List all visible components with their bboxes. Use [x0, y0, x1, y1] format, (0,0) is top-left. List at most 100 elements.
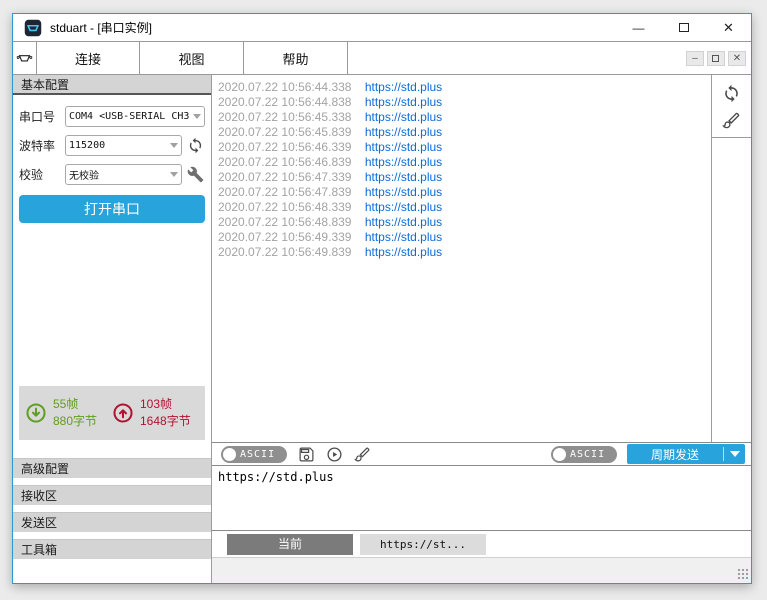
- mdi-close-button[interactable]: ✕: [728, 50, 746, 66]
- send-ascii-label: ASCII: [570, 448, 606, 460]
- app-icon: [24, 19, 42, 37]
- baud-rate-select[interactable]: 115200: [65, 135, 182, 156]
- log-view[interactable]: 2020.07.22 10:56:44.338 https://std.plus…: [212, 75, 711, 442]
- download-arrow-icon: [25, 402, 47, 424]
- tx-bytes: 1648字节: [140, 414, 191, 428]
- play-icon[interactable]: [326, 446, 343, 463]
- mdi-minimize-button[interactable]: –: [686, 50, 704, 66]
- basic-config-header[interactable]: 基本配置: [13, 75, 211, 95]
- com-port-select[interactable]: COM4 <USB-SERIAL CH3: [65, 106, 205, 127]
- middle-toolbar: ASCII ASCII 周期发送: [212, 442, 751, 466]
- log-line: 2020.07.22 10:56:48.839 https://std.plus: [218, 215, 711, 230]
- content-area: 基本配置 串口号 COM4 <USB-SERIAL CH3 波特率 115200: [13, 75, 751, 583]
- log-url[interactable]: https://std.plus: [365, 170, 442, 184]
- menu-bar: 连接 视图 帮助 – ✕: [13, 42, 751, 75]
- parity-value: 无校验: [69, 171, 99, 182]
- log-timestamp: 2020.07.22 10:56:46.839: [218, 155, 352, 169]
- log-url[interactable]: https://std.plus: [365, 155, 442, 169]
- close-button[interactable]: ✕: [706, 14, 751, 41]
- log-line: 2020.07.22 10:56:49.839 https://std.plus: [218, 245, 711, 260]
- send-input-area[interactable]: https://std.plus: [212, 466, 751, 531]
- advanced-settings-wrench-icon[interactable]: [185, 165, 205, 185]
- log-url[interactable]: https://std.plus: [365, 245, 442, 259]
- chevron-down-icon: [170, 143, 178, 148]
- clear-receive-brush-icon[interactable]: [354, 446, 371, 463]
- tab-current[interactable]: 当前: [227, 533, 353, 555]
- menu-help[interactable]: 帮助: [244, 42, 348, 74]
- periodic-send-dropdown[interactable]: [723, 447, 745, 461]
- log-line: 2020.07.22 10:56:44.838 https://std.plus: [218, 95, 711, 110]
- sidebar-section-advanced[interactable]: 高级配置: [13, 458, 211, 478]
- log-url[interactable]: https://std.plus: [365, 80, 442, 94]
- log-url[interactable]: https://std.plus: [365, 215, 442, 229]
- config-sidebar: 基本配置 串口号 COM4 <USB-SERIAL CH3 波特率 115200: [13, 75, 212, 583]
- log-url[interactable]: https://std.plus: [365, 125, 442, 139]
- log-line: 2020.07.22 10:56:45.338 https://std.plus: [218, 110, 711, 125]
- sidebar-section-send[interactable]: 发送区: [13, 512, 211, 532]
- log-url[interactable]: https://std.plus: [365, 200, 442, 214]
- log-timestamp: 2020.07.22 10:56:47.839: [218, 185, 352, 199]
- log-url[interactable]: https://std.plus: [365, 110, 442, 124]
- rx-frames: 55帧: [53, 397, 79, 411]
- traffic-stats-box: 55帧 880字节 103帧 1648字节: [19, 386, 205, 440]
- mdi-window-buttons: – ✕: [686, 42, 751, 74]
- toggle-knob: [223, 447, 236, 461]
- com-port-row: 串口号 COM4 <USB-SERIAL CH3: [19, 106, 205, 127]
- refresh-icon[interactable]: [722, 84, 741, 103]
- serial-connector-icon: [13, 42, 36, 74]
- chevron-down-icon: [193, 114, 201, 119]
- mdi-restore-button[interactable]: [707, 50, 725, 66]
- sidebar-section-receive[interactable]: 接收区: [13, 485, 211, 505]
- log-url[interactable]: https://std.plus: [365, 230, 442, 244]
- periodic-send-label: 周期发送: [650, 447, 699, 462]
- menu-connect[interactable]: 连接: [36, 42, 140, 74]
- chevron-down-icon: [729, 451, 740, 457]
- clear-log-brush-icon[interactable]: [722, 111, 741, 130]
- log-url[interactable]: https://std.plus: [365, 95, 442, 109]
- log-timestamp: 2020.07.22 10:56:49.339: [218, 230, 352, 244]
- sidebar-section-toolbox[interactable]: 工具箱: [13, 539, 211, 559]
- status-bar: [212, 557, 751, 583]
- sidebar-sections: 高级配置 接收区 发送区 工具箱: [13, 458, 211, 559]
- window-title: stduart - [串口实例]: [50, 21, 153, 35]
- menu-view[interactable]: 视图: [140, 42, 244, 74]
- send-ascii-toggle[interactable]: ASCII: [551, 445, 617, 463]
- rx-stats: 55帧 880字节: [25, 396, 112, 430]
- log-line: 2020.07.22 10:56:47.339 https://std.plus: [218, 170, 711, 185]
- log-timestamp: 2020.07.22 10:56:48.339: [218, 200, 352, 214]
- log-timestamp: 2020.07.22 10:56:44.338: [218, 80, 352, 94]
- parity-row: 校验 无校验: [19, 164, 205, 185]
- maximize-icon: [678, 23, 689, 32]
- parity-select[interactable]: 无校验: [65, 164, 182, 185]
- refresh-ports-icon[interactable]: [185, 136, 205, 156]
- log-timestamp: 2020.07.22 10:56:49.839: [218, 245, 352, 259]
- log-url[interactable]: https://std.plus: [365, 140, 442, 154]
- log-side-toolbar-top: [712, 75, 751, 138]
- log-timestamp: 2020.07.22 10:56:48.839: [218, 215, 352, 229]
- minimize-button[interactable]: —: [616, 14, 661, 41]
- baud-rate-label: 波特率: [19, 139, 56, 153]
- log-line: 2020.07.22 10:56:49.339 https://std.plus: [218, 230, 711, 245]
- sidebar-bottom-pad: [13, 559, 211, 583]
- log-timestamp: 2020.07.22 10:56:45.338: [218, 110, 352, 124]
- receive-ascii-toggle[interactable]: ASCII: [221, 445, 287, 463]
- maximize-button[interactable]: [661, 14, 706, 41]
- receive-ascii-label: ASCII: [240, 448, 276, 460]
- log-timestamp: 2020.07.22 10:56:44.838: [218, 95, 352, 109]
- baud-rate-value: 115200: [69, 140, 106, 151]
- baud-rate-row: 波特率 115200: [19, 135, 205, 156]
- log-timestamp: 2020.07.22 10:56:47.339: [218, 170, 352, 184]
- basic-config-form: 串口号 COM4 <USB-SERIAL CH3 波特率 115200 校验 无…: [13, 95, 211, 193]
- main-area: 2020.07.22 10:56:44.338 https://std.plus…: [212, 75, 751, 583]
- upload-arrow-icon: [112, 402, 134, 424]
- log-url[interactable]: https://std.plus: [365, 185, 442, 199]
- save-icon[interactable]: [298, 446, 315, 463]
- com-port-value: COM4 <USB-SERIAL CH3: [69, 111, 190, 122]
- log-line: 2020.07.22 10:56:46.339 https://std.plus: [218, 140, 711, 155]
- resize-grip-icon[interactable]: [737, 568, 748, 579]
- tab-saved-url[interactable]: https://st...: [360, 533, 486, 555]
- log-line: 2020.07.22 10:56:46.839 https://std.plus: [218, 155, 711, 170]
- open-port-button[interactable]: 打开串口: [19, 195, 205, 223]
- periodic-send-button[interactable]: 周期发送: [627, 444, 745, 464]
